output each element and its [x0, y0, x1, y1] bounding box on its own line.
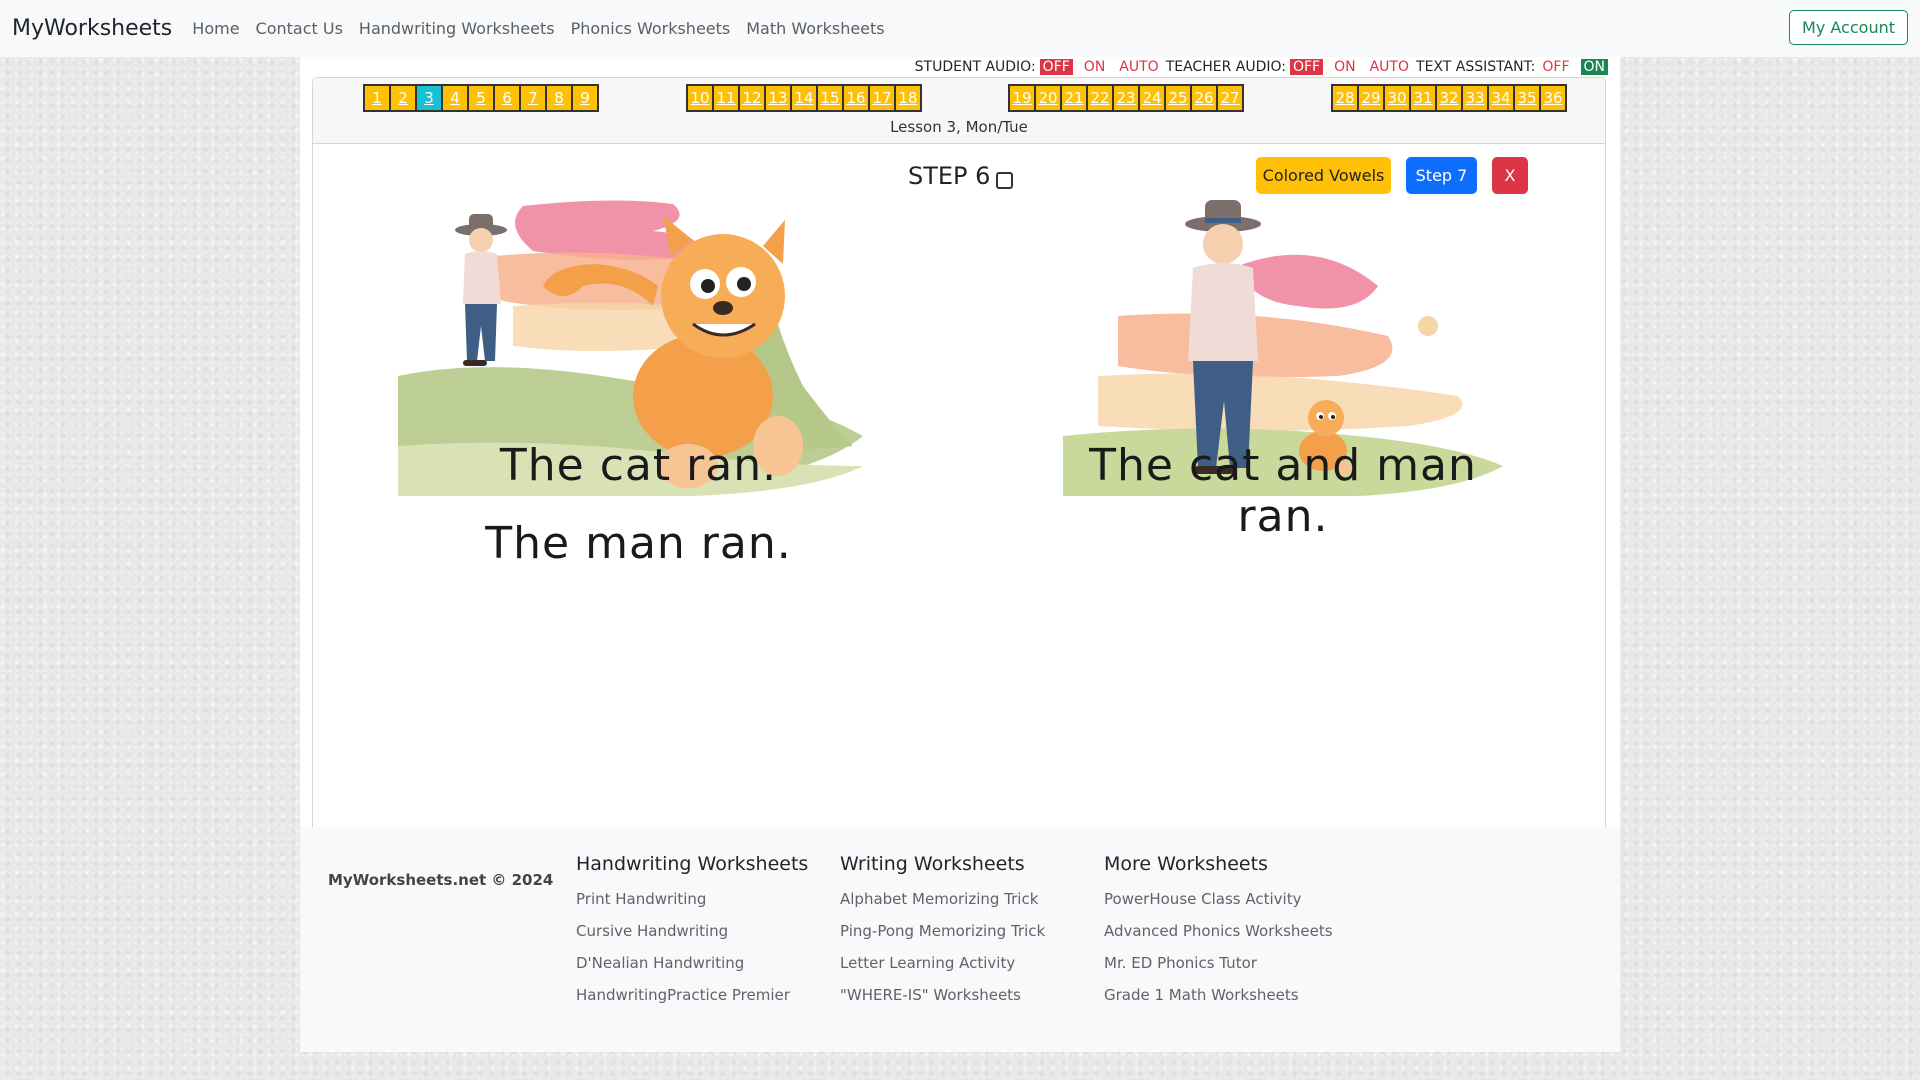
- footer-link[interactable]: Cursive Handwriting: [576, 915, 808, 947]
- lesson-group-3: 19 20 21 22 23 24 25 26 27: [1008, 84, 1244, 112]
- lesson-6-button[interactable]: 6: [494, 85, 520, 111]
- lesson-22-button[interactable]: 22: [1087, 85, 1113, 111]
- footer-link[interactable]: HandwritingPractice Premier: [576, 979, 808, 1011]
- text-assistant-off[interactable]: OFF: [1539, 59, 1572, 75]
- lesson-5-button[interactable]: 5: [468, 85, 494, 111]
- nav-handwriting[interactable]: Handwriting Worksheets: [359, 19, 555, 38]
- lesson-21-button[interactable]: 21: [1061, 85, 1087, 111]
- close-button[interactable]: X: [1492, 157, 1528, 194]
- lesson-8-button[interactable]: 8: [546, 85, 572, 111]
- lesson-28-button[interactable]: 28: [1332, 85, 1358, 111]
- teacher-audio-auto[interactable]: AUTO: [1367, 59, 1412, 75]
- lesson-2-button[interactable]: 2: [390, 85, 416, 111]
- sentence-cat-ran: The cat ran.: [499, 440, 778, 491]
- teacher-audio-label: TEACHER AUDIO:: [1165, 59, 1286, 75]
- lesson-31-button[interactable]: 31: [1410, 85, 1436, 111]
- footer-link[interactable]: D'Nealian Handwriting: [576, 947, 808, 979]
- footer-link[interactable]: Letter Learning Activity: [840, 947, 1045, 979]
- nav-home[interactable]: Home: [192, 19, 239, 38]
- lesson-29-button[interactable]: 29: [1358, 85, 1384, 111]
- colored-vowels-button[interactable]: Colored Vowels: [1256, 157, 1391, 194]
- lesson-23-button[interactable]: 23: [1113, 85, 1139, 111]
- footer-col-handwriting: Handwriting Worksheets Print Handwriting…: [576, 853, 808, 1011]
- footer-col-more: More Worksheets PowerHouse Class Activit…: [1104, 853, 1333, 1011]
- footer-link[interactable]: Mr. ED Phonics Tutor: [1104, 947, 1333, 979]
- lesson-30-button[interactable]: 30: [1384, 85, 1410, 111]
- lesson-24-button[interactable]: 24: [1139, 85, 1165, 111]
- nav-math[interactable]: Math Worksheets: [746, 19, 884, 38]
- lesson-15-button[interactable]: 15: [817, 85, 843, 111]
- lesson-19-button[interactable]: 19: [1009, 85, 1035, 111]
- lesson-header: 123456789 10 11 12 13 14 15 16 17 18 19 20 21 22 23 2…: [313, 78, 1605, 144]
- lesson-1-button[interactable]: 1: [364, 85, 390, 111]
- lesson-group-1: 123456789: [363, 84, 599, 112]
- nav-phonics[interactable]: Phonics Worksheets: [571, 19, 731, 38]
- student-audio-auto[interactable]: AUTO: [1116, 59, 1161, 75]
- audio-settings: STUDENT AUDIO: OFF ON AUTO TEACHER AUDIO…: [915, 57, 1608, 77]
- student-audio-label: STUDENT AUDIO:: [914, 59, 1036, 75]
- lesson-25-button[interactable]: 25: [1165, 85, 1191, 111]
- footer-heading: Writing Worksheets: [840, 853, 1025, 875]
- lesson-group-4: 28 29 30 31 32 33 34 35 36: [1331, 84, 1567, 112]
- lesson-33-button[interactable]: 33: [1462, 85, 1488, 111]
- lesson-12-button[interactable]: 12: [739, 85, 765, 111]
- lesson-title: Lesson 3, Mon/Tue: [890, 118, 1028, 136]
- lesson-18-button[interactable]: 18: [895, 85, 921, 111]
- footer-heading: Handwriting Worksheets: [576, 853, 809, 875]
- text-assistant-on[interactable]: ON: [1580, 59, 1608, 75]
- lesson-35-button[interactable]: 35: [1514, 85, 1540, 111]
- footer-link[interactable]: Alphabet Memorizing Trick: [840, 883, 1045, 915]
- lesson-26-button[interactable]: 26: [1191, 85, 1217, 111]
- sentence-cat-and-man-ran: The cat and man ran.: [1089, 440, 1477, 542]
- text-assistant-label: TEXT ASSISTANT:: [1416, 59, 1536, 75]
- copyright: MyWorksheets.net © 2024: [328, 871, 554, 889]
- lesson-27-button[interactable]: 27: [1217, 85, 1243, 111]
- lesson-20-button[interactable]: 20: [1035, 85, 1061, 111]
- student-audio-on[interactable]: ON: [1081, 59, 1109, 75]
- lesson-9-button[interactable]: 9: [572, 85, 598, 111]
- teacher-audio-off[interactable]: OFF: [1289, 59, 1324, 75]
- lesson-16-button[interactable]: 16: [843, 85, 869, 111]
- next-step-button[interactable]: Step 7: [1406, 157, 1477, 194]
- lesson-13-button[interactable]: 13: [765, 85, 791, 111]
- lesson-10-button[interactable]: 10: [687, 85, 713, 111]
- lesson-card: 123456789 10 11 12 13 14 15 16 17 18 19 20 21 22 23 2…: [312, 77, 1606, 883]
- footer-link[interactable]: Print Handwriting: [576, 883, 808, 915]
- footer-link[interactable]: "WHERE-IS" Worksheets: [840, 979, 1045, 1011]
- brand-logo[interactable]: MyWorksheets: [12, 16, 172, 41]
- footer: MyWorksheets.net © 2024 Handwriting Work…: [300, 827, 1620, 1052]
- navbar: MyWorksheets Home Contact Us Handwriting…: [0, 0, 1920, 57]
- lesson-group-2: 10 11 12 13 14 15 16 17 18: [686, 84, 922, 112]
- step-checkbox[interactable]: [996, 172, 1013, 189]
- lesson-36-button[interactable]: 36: [1540, 85, 1566, 111]
- teacher-audio-on[interactable]: ON: [1331, 59, 1359, 75]
- lesson-32-button[interactable]: 32: [1436, 85, 1462, 111]
- lesson-3-button[interactable]: 3: [416, 85, 442, 111]
- footer-link[interactable]: Grade 1 Math Worksheets: [1104, 979, 1333, 1011]
- nav-links: Home Contact Us Handwriting Worksheets P…: [192, 19, 900, 38]
- sentence-man-ran: The man ran.: [485, 518, 792, 569]
- lesson-34-button[interactable]: 34: [1488, 85, 1514, 111]
- lesson-14-button[interactable]: 14: [791, 85, 817, 111]
- my-account-button[interactable]: My Account: [1789, 10, 1908, 45]
- lesson-4-button[interactable]: 4: [442, 85, 468, 111]
- lesson-7-button[interactable]: 7: [520, 85, 546, 111]
- footer-link[interactable]: PowerHouse Class Activity: [1104, 883, 1333, 915]
- lesson-11-button[interactable]: 11: [713, 85, 739, 111]
- footer-heading: More Worksheets: [1104, 853, 1268, 875]
- student-audio-off[interactable]: OFF: [1039, 59, 1073, 75]
- nav-contact[interactable]: Contact Us: [256, 19, 343, 38]
- step-label: STEP 6: [908, 162, 991, 190]
- footer-link[interactable]: Advanced Phonics Worksheets: [1104, 915, 1333, 947]
- footer-link[interactable]: Ping-Pong Memorizing Trick: [840, 915, 1045, 947]
- footer-col-writing: Writing Worksheets Alphabet Memorizing T…: [840, 853, 1045, 1011]
- lesson-17-button[interactable]: 17: [869, 85, 895, 111]
